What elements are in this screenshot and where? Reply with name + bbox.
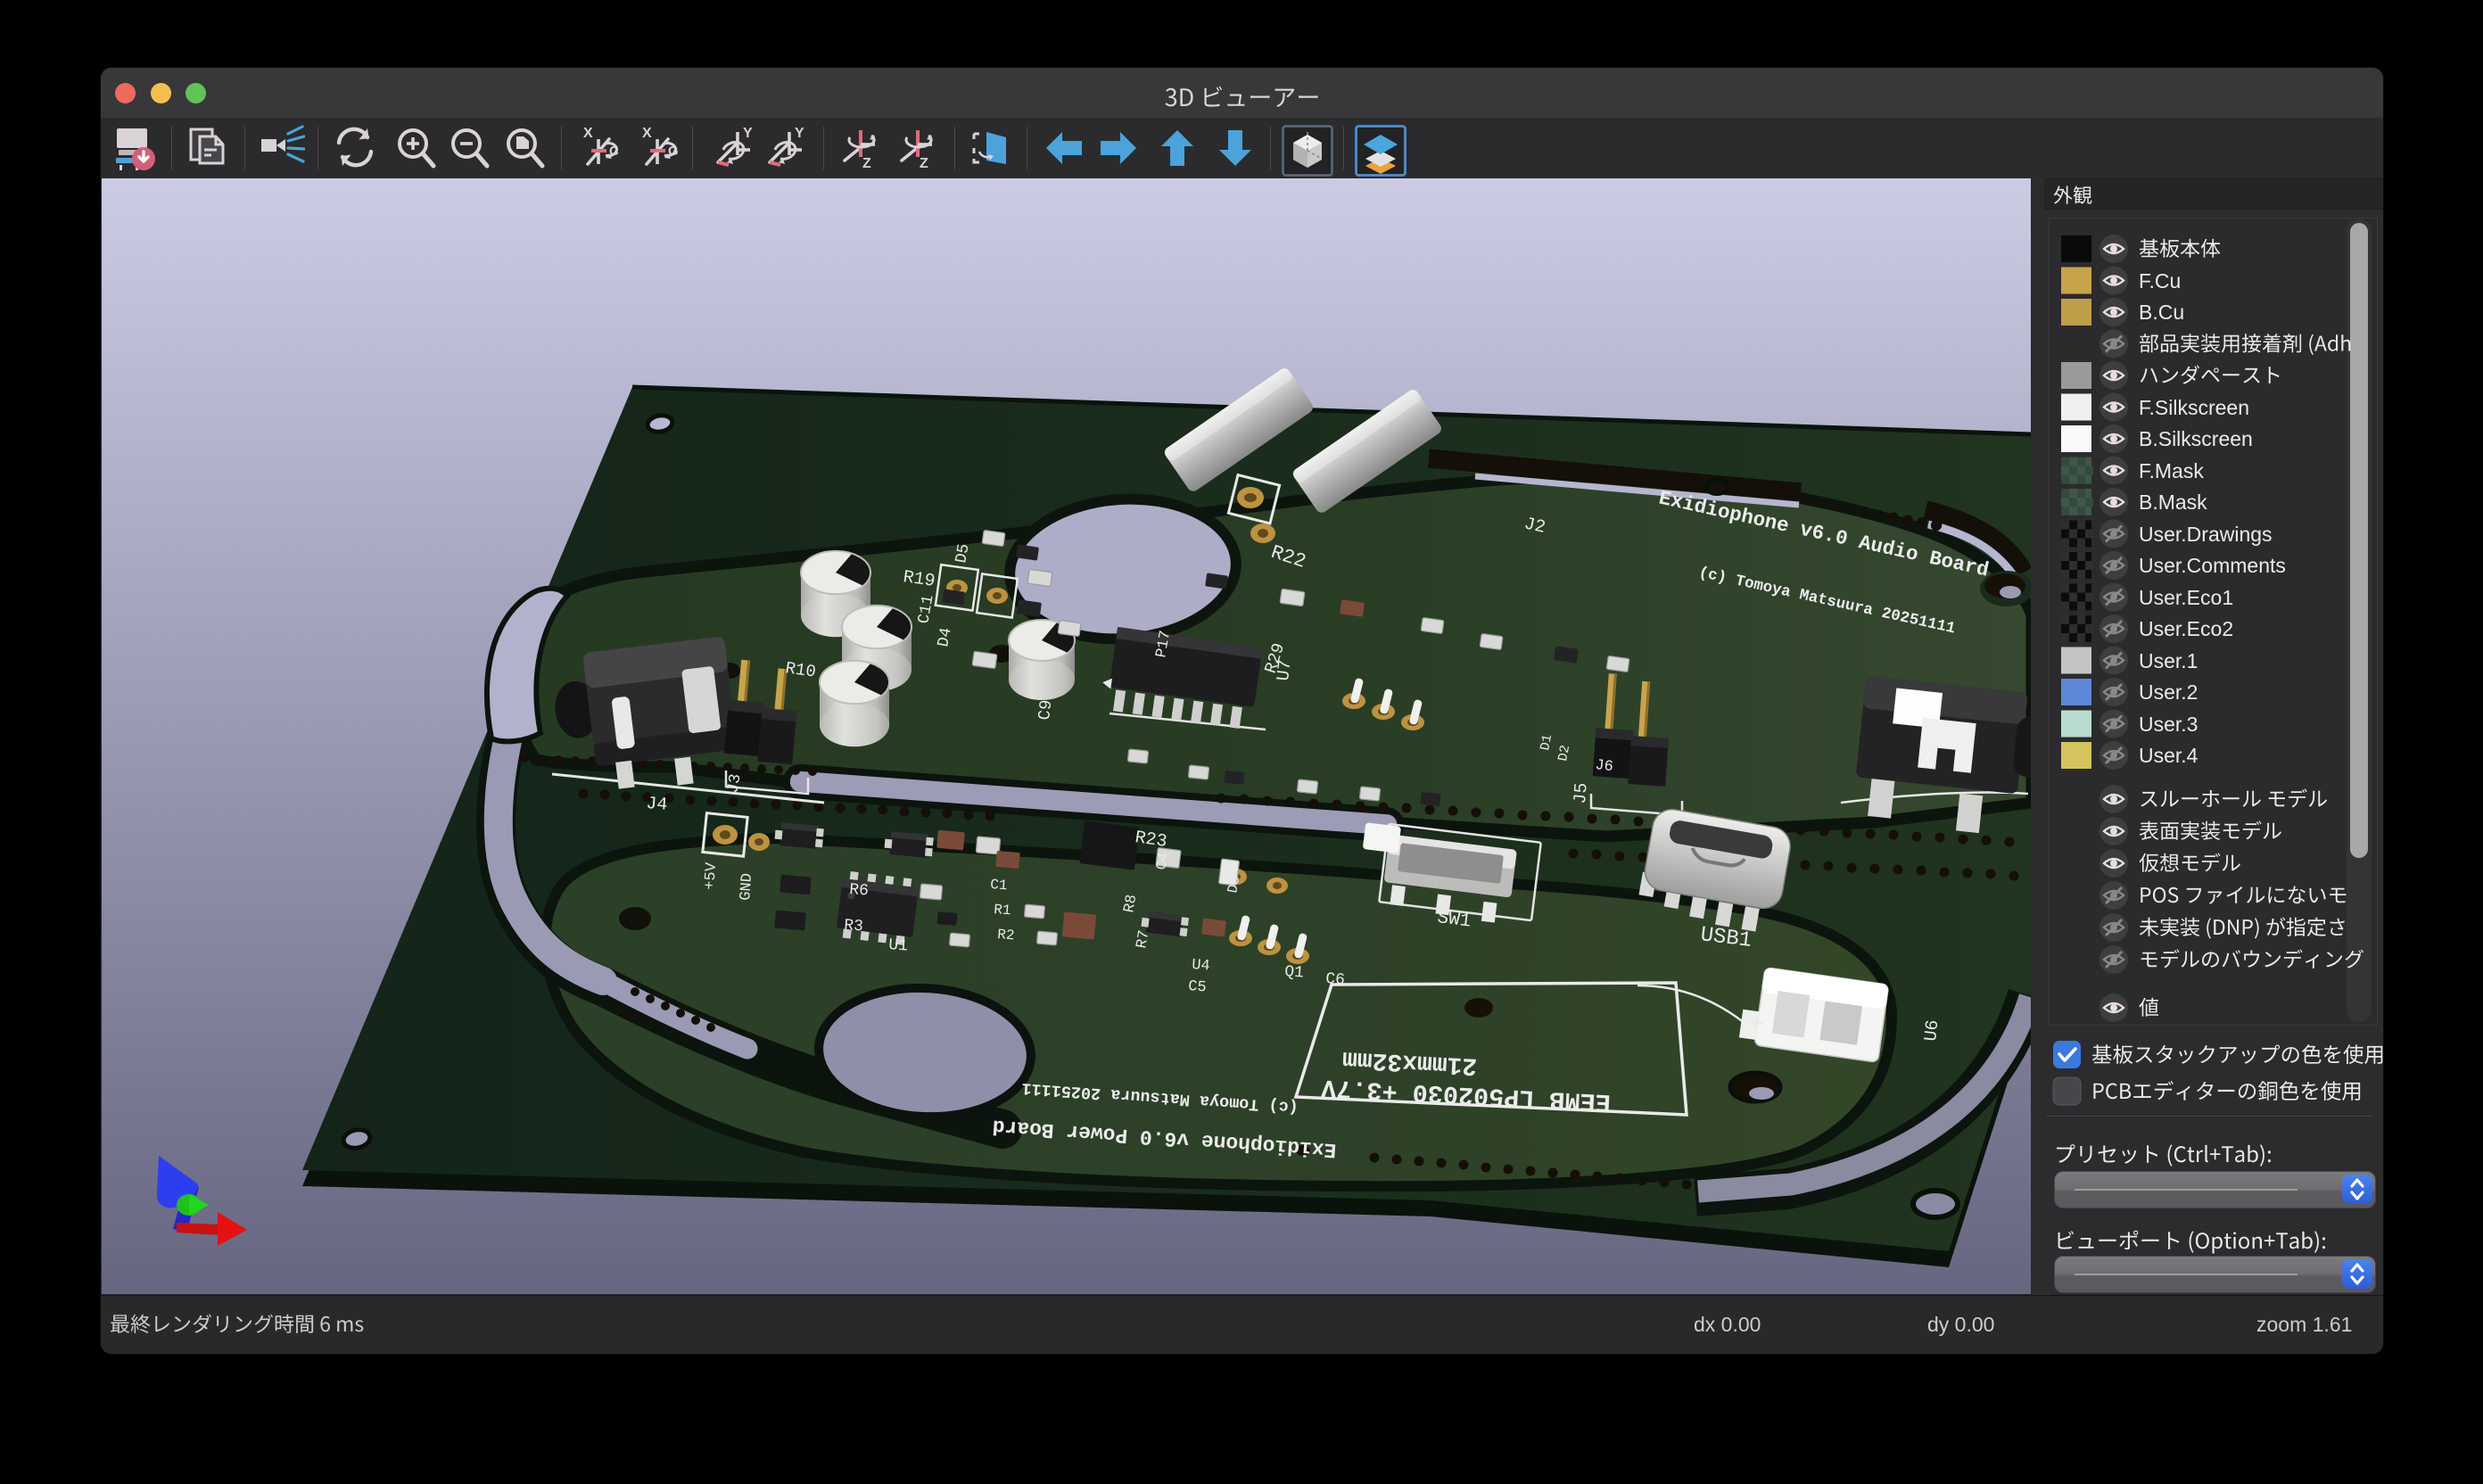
svg-text:J5: J5 [1571, 782, 1593, 805]
svg-text:Z: Z [920, 156, 928, 171]
svg-text:J4: J4 [646, 794, 669, 816]
svg-text:Q1: Q1 [1284, 963, 1305, 982]
svg-text:G: G [668, 144, 679, 159]
svg-text:J3: J3 [724, 772, 745, 795]
svg-text:D3: D3 [1225, 875, 1243, 895]
svg-text:J2: J2 [1522, 514, 1547, 538]
svg-text:C4: C4 [1153, 852, 1172, 871]
svg-text:C1: C1 [990, 877, 1008, 894]
svg-text:U7: U7 [1274, 658, 1296, 681]
svg-text:GND: GND [738, 873, 756, 902]
svg-text:C5: C5 [1188, 978, 1208, 996]
svg-text:R1: R1 [994, 902, 1011, 919]
svg-text:R7: R7 [1134, 929, 1153, 950]
svg-text:D2: D2 [1555, 744, 1573, 763]
svg-text:D5: D5 [953, 542, 973, 565]
svg-text:U4: U4 [1192, 957, 1211, 975]
svg-text:+5V: +5V [702, 862, 721, 891]
svg-text:SW1: SW1 [1436, 908, 1472, 932]
svg-text:Y: Y [795, 126, 804, 141]
svg-text:U1: U1 [888, 936, 909, 955]
svg-text:C6: C6 [1325, 970, 1346, 989]
svg-text:C: C [609, 144, 619, 159]
svg-text:X: X [642, 126, 652, 141]
svg-text:D4: D4 [935, 626, 955, 648]
svg-text:D1: D1 [1538, 733, 1555, 752]
svg-text:X: X [583, 126, 593, 141]
svg-text:R8: R8 [1121, 894, 1141, 914]
svg-text:R3: R3 [844, 917, 864, 936]
svg-text:Z: Z [862, 156, 871, 171]
svg-text:J6: J6 [1594, 757, 1613, 776]
svg-text:U6: U6 [1921, 1018, 1943, 1042]
svg-text:R6: R6 [849, 881, 870, 900]
svg-text:C9: C9 [1035, 699, 1056, 721]
svg-text:Y: Y [743, 126, 753, 141]
svg-text:R2: R2 [997, 927, 1015, 944]
